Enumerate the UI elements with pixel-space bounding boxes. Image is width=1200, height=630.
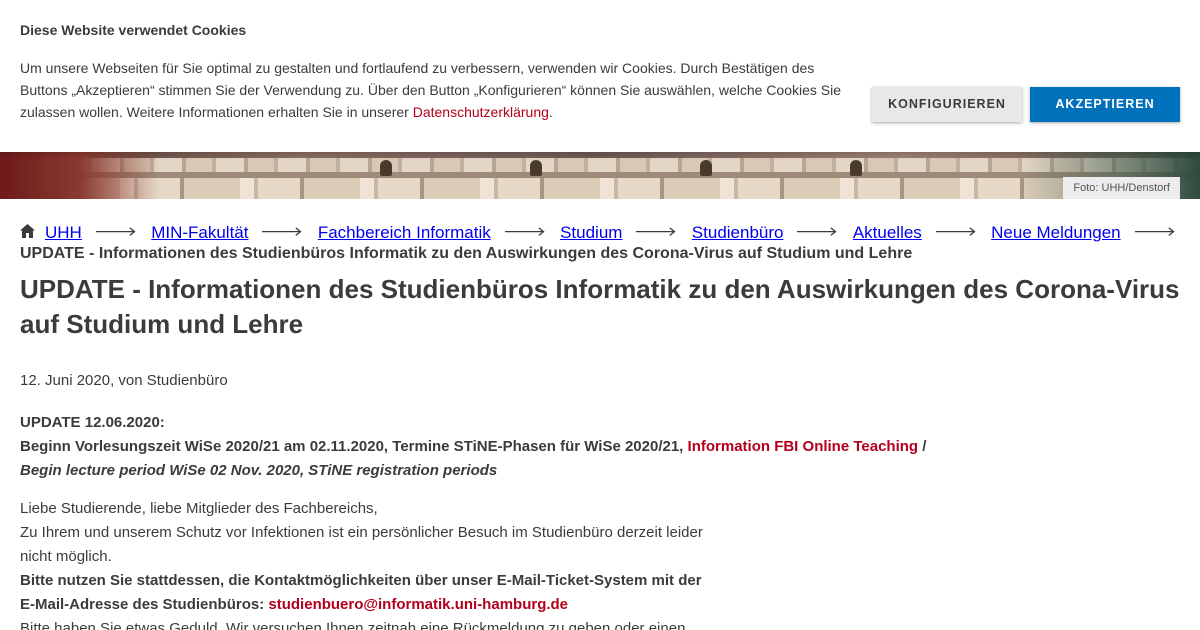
update-line: Beginn Vorlesungszeit WiSe 2020/21 am 02… xyxy=(20,435,1020,459)
arrow-right-icon xyxy=(935,227,976,237)
paragraph-contact: Bitte nutzen Sie stattdessen, die Kontak… xyxy=(20,569,710,617)
breadcrumb-item-min-fakultaet[interactable]: MIN-Fakultät xyxy=(151,223,248,243)
breadcrumb-item-uhh[interactable]: UHH xyxy=(20,223,82,243)
breadcrumb-item-fachbereich[interactable]: Fachbereich Informatik xyxy=(318,223,491,243)
accept-button[interactable]: AKZEPTIEREN xyxy=(1030,87,1180,122)
bell-shape xyxy=(530,160,542,176)
page-title: UPDATE - Informationen des Studienbüros … xyxy=(20,274,1180,339)
breadcrumb-row: UHH MIN-Fakultät Fachbereich Informatik … xyxy=(20,221,1190,245)
bell-shape xyxy=(700,160,712,176)
cookie-text: Um unsere Webseiten für Sie optimal zu g… xyxy=(20,57,850,123)
paragraph: Zu Ihrem und unserem Schutz vor Infektio… xyxy=(20,524,703,565)
update-heading: UPDATE 12.06.2020: xyxy=(20,414,165,431)
arrow-right-icon xyxy=(262,227,303,237)
update-english: Begin lecture period WiSe 02 Nov. 2020, … xyxy=(20,462,498,479)
home-icon xyxy=(20,224,35,238)
greeting: Liebe Studierende, liebe Mitglieder des … xyxy=(20,500,378,517)
photo-credit: Foto: UHH/Denstorf xyxy=(1063,177,1180,199)
privacy-policy-link[interactable]: Datenschutzerklärung xyxy=(413,104,549,120)
online-teaching-link[interactable]: Information FBI Online Teaching xyxy=(688,438,919,455)
hero-shade xyxy=(0,150,160,199)
update-block: UPDATE 12.06.2020: Beginn Vorlesungszeit… xyxy=(20,411,1020,483)
breadcrumb-item-studium[interactable]: Studium xyxy=(560,223,622,243)
article-meta: 12. Juni 2020, von Studienbüro xyxy=(20,372,228,389)
breadcrumb: UHH MIN-Fakultät Fachbereich Informatik … xyxy=(20,221,1190,263)
arrow-right-icon xyxy=(1134,227,1175,237)
hero-image: Foto: UHH/Denstorf xyxy=(0,150,1200,199)
breadcrumb-item-studienbuero[interactable]: Studienbüro xyxy=(692,223,784,243)
update-slash: / xyxy=(918,438,927,455)
arrow-right-icon xyxy=(797,227,838,237)
arrow-right-icon xyxy=(95,227,136,237)
breadcrumb-current: UPDATE - Informationen des Studienbüros … xyxy=(20,245,913,262)
arrow-right-icon xyxy=(636,227,677,237)
article-body: Liebe Studierende, liebe Mitglieder des … xyxy=(20,497,710,630)
bell-shape xyxy=(850,160,862,176)
arrow-right-icon xyxy=(504,227,545,237)
cookie-title: Diese Website verwendet Cookies xyxy=(20,22,247,38)
breadcrumb-item-neue-meldungen[interactable]: Neue Meldungen xyxy=(991,223,1120,243)
breadcrumb-item-aktuelles[interactable]: Aktuelles xyxy=(853,223,922,243)
configure-button[interactable]: KONFIGURIEREN xyxy=(872,87,1022,122)
cookie-banner: Diese Website verwendet Cookies Um unser… xyxy=(0,0,1200,152)
bell-shape xyxy=(380,160,392,176)
breadcrumb-label: UHH xyxy=(45,223,82,242)
update-text: Beginn Vorlesungszeit WiSe 2020/21 am 02… xyxy=(20,438,688,455)
cookie-text-end: . xyxy=(548,104,553,120)
email-link[interactable]: studienbuero@informatik.uni-hamburg.de xyxy=(268,596,568,613)
paragraph: Bitte haben Sie etwas Geduld. Wir versuc… xyxy=(20,620,686,630)
